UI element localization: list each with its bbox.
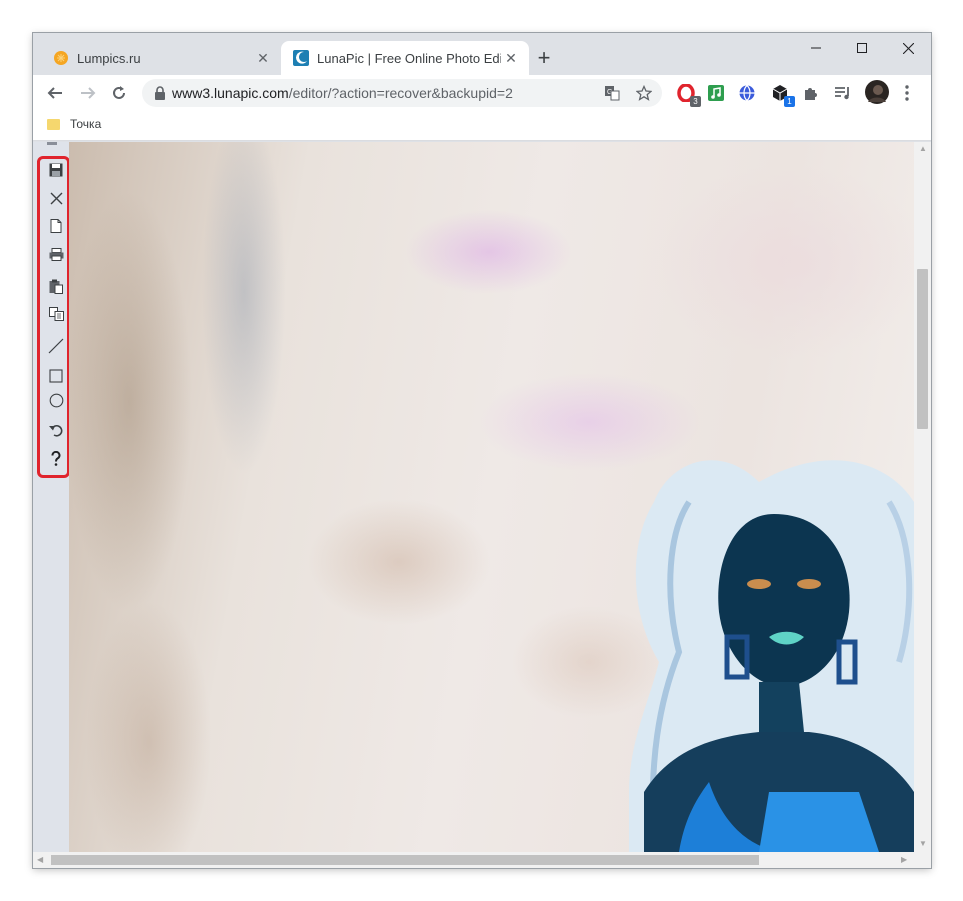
media-queue-icon[interactable] (833, 83, 853, 103)
tab-lumpics[interactable]: Lumpics.ru ✕ (41, 41, 281, 75)
close-icon[interactable] (47, 189, 65, 207)
tab-close-icon[interactable]: ✕ (501, 48, 521, 68)
page-content: ▲ ▼ ◀ ▶ (33, 142, 931, 868)
editor-canvas[interactable] (69, 142, 914, 852)
scroll-up-icon[interactable]: ▲ (919, 144, 927, 153)
opera-icon[interactable]: 3 (676, 83, 701, 107)
minimize-icon[interactable] (793, 33, 839, 63)
kebab-menu-icon[interactable] (897, 83, 917, 103)
tab-close-icon[interactable]: ✕ (253, 48, 273, 68)
tools-highlight (37, 156, 70, 478)
extension-badge: 3 (690, 96, 701, 107)
reload-icon[interactable] (107, 81, 131, 105)
vertical-scroll-thumb[interactable] (917, 269, 928, 429)
sidebar-handle (47, 142, 57, 145)
horizontal-scrollbar[interactable]: ◀ ▶ (33, 852, 931, 868)
tab-title: Lumpics.ru (77, 50, 141, 66)
save-icon[interactable] (47, 161, 65, 179)
line-tool-icon[interactable] (47, 337, 65, 355)
inverted-photo-image (629, 460, 914, 852)
url-text: www3.lunapic.com/editor/?action=recover&… (172, 85, 513, 101)
cube-icon[interactable]: 1 (770, 83, 795, 107)
tab-title: LunaPic | Free Online Photo Editor (317, 50, 501, 66)
scroll-left-icon[interactable]: ◀ (37, 855, 43, 864)
back-arrow-icon[interactable] (43, 81, 67, 105)
bookmark-star-icon[interactable] (636, 85, 652, 101)
orange-favicon-icon (54, 51, 68, 65)
music-note-icon[interactable] (706, 83, 726, 103)
bookmark-label: Точка (70, 117, 102, 131)
ellipse-tool-icon[interactable] (47, 391, 65, 409)
avatar[interactable] (865, 80, 889, 104)
rectangle-tool-icon[interactable] (47, 367, 65, 385)
new-file-icon[interactable] (47, 217, 65, 235)
bookmarks-bar: Точка (33, 111, 931, 141)
scroll-right-icon[interactable]: ▶ (901, 855, 907, 864)
forward-arrow-icon[interactable] (76, 81, 100, 105)
browser-toolbar: www3.lunapic.com/editor/?action=recover&… (33, 75, 931, 111)
globe-icon[interactable] (737, 83, 757, 103)
horizontal-scroll-thumb[interactable] (51, 855, 759, 865)
bookmark-item[interactable]: Точка (47, 117, 101, 131)
undo-icon[interactable] (47, 421, 65, 439)
extension-badge: 1 (784, 96, 795, 107)
folder-icon (47, 118, 60, 130)
url-path: /editor/?action=recover&backupid=2 (288, 85, 513, 101)
address-bar[interactable]: www3.lunapic.com/editor/?action=recover&… (142, 79, 662, 107)
vertical-scrollbar[interactable]: ▲ ▼ (914, 142, 931, 852)
puzzle-icon[interactable] (801, 83, 821, 103)
copy-icon[interactable] (47, 305, 65, 323)
window-close-icon[interactable] (885, 33, 931, 63)
browser-window: Lumpics.ru ✕ LunaPic | Free Online Photo… (33, 33, 931, 868)
title-bar: Lumpics.ru ✕ LunaPic | Free Online Photo… (33, 33, 931, 75)
new-tab-button[interactable]: + (533, 47, 555, 69)
maximize-icon[interactable] (839, 33, 885, 63)
lock-icon (155, 86, 165, 100)
scroll-down-icon[interactable]: ▼ (919, 839, 927, 848)
lunapic-favicon-icon (293, 50, 309, 66)
print-icon[interactable] (47, 245, 65, 263)
url-host: www3.lunapic.com (172, 85, 289, 101)
editor-sidebar (33, 142, 70, 852)
paste-icon[interactable] (47, 277, 65, 295)
tab-lunapic[interactable]: LunaPic | Free Online Photo Editor ✕ (281, 41, 529, 75)
help-icon[interactable] (47, 449, 65, 467)
translate-icon[interactable]: G (604, 85, 620, 101)
